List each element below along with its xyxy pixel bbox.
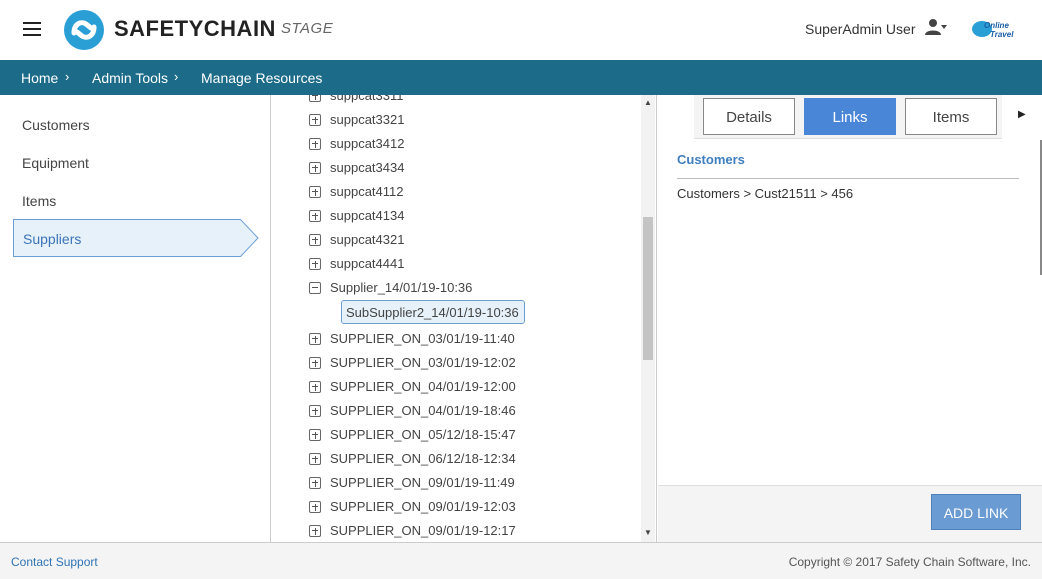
resource-type-nav: Customers Equipment Items Suppliers	[0, 95, 271, 542]
expand-icon[interactable]	[309, 429, 321, 441]
tree-node-label[interactable]: SUPPLIER_ON_09/01/19-11:49	[330, 475, 515, 490]
tree-node-label[interactable]: Supplier_14/01/19-10:36	[330, 280, 472, 295]
tree-node-label[interactable]: suppcat4112	[330, 184, 404, 199]
user-name[interactable]: SuperAdmin User	[805, 21, 916, 37]
expand-icon[interactable]	[309, 525, 321, 537]
collapse-icon[interactable]	[309, 282, 321, 294]
add-link-button[interactable]: ADD LINK	[931, 494, 1021, 530]
expand-icon[interactable]	[309, 381, 321, 393]
detail-tabbar: Details Links Items	[694, 95, 1002, 139]
expand-icon[interactable]	[309, 210, 321, 222]
tree-node-label[interactable]: SUPPLIER_ON_03/01/19-12:02	[330, 355, 516, 370]
svg-text:Travel: Travel	[990, 30, 1014, 39]
tree-node-label[interactable]: SUPPLIER_ON_09/01/19-12:03	[330, 499, 516, 514]
nav-item-equipment[interactable]: Equipment	[22, 155, 89, 171]
breadcrumb: Home › Admin Tools › Manage Resources	[0, 60, 1042, 95]
copyright-text: Copyright © 2017 Safety Chain Software, …	[788, 555, 1031, 569]
page-footer: Contact Support Copyright © 2017 Safety …	[0, 542, 1042, 579]
nav-item-label: Suppliers	[23, 231, 82, 247]
tree-node-label[interactable]: suppcat4441	[330, 256, 404, 271]
logo-text: SAFETYCHAIN	[114, 16, 276, 41]
expand-icon[interactable]	[309, 114, 321, 126]
user-settings-icon[interactable]	[925, 18, 947, 36]
breadcrumb-separator-icon: ›	[174, 69, 179, 84]
tree-node-label[interactable]: SUPPLIER_ON_06/12/18-12:34	[330, 451, 516, 466]
svg-text:Online: Online	[984, 21, 1009, 30]
tab-items[interactable]: Items	[905, 98, 997, 135]
expand-icon[interactable]	[309, 357, 321, 369]
breadcrumb-separator-icon: ›	[65, 69, 70, 84]
app-header: SAFETYCHAIN STAGE SuperAdmin User Online…	[0, 0, 1042, 60]
selected-tree-node[interactable]: SubSupplier2_14/01/19-10:36	[341, 300, 525, 324]
expand-icon[interactable]	[309, 138, 321, 150]
expand-icon[interactable]	[309, 186, 321, 198]
scroll-down-icon[interactable]: ▼	[643, 528, 653, 537]
breadcrumb-home[interactable]: Home	[21, 70, 58, 86]
safetychain-logo-icon	[64, 10, 104, 50]
active-arrow-icon	[240, 219, 259, 257]
tab-links[interactable]: Links	[804, 98, 896, 135]
tree-node-label[interactable]: suppcat3321	[330, 112, 404, 127]
tab-next-arrow-icon[interactable]: ▶	[1018, 109, 1026, 120]
tree-node-label[interactable]: suppcat4321	[330, 232, 404, 247]
nav-item-customers[interactable]: Customers	[22, 117, 90, 133]
expand-icon[interactable]	[309, 162, 321, 174]
contact-support-link[interactable]: Contact Support	[11, 555, 98, 569]
expand-icon[interactable]	[309, 95, 321, 102]
tree-node-label[interactable]: SUPPLIER_ON_04/01/19-12:00	[330, 379, 516, 394]
expand-icon[interactable]	[309, 477, 321, 489]
tree-node-label[interactable]: SUPPLIER_ON_05/12/18-15:47	[330, 427, 516, 442]
expand-icon[interactable]	[309, 234, 321, 246]
expand-icon[interactable]	[309, 258, 321, 270]
tree-node-label[interactable]: SUPPLIER_ON_04/01/19-18:46	[330, 403, 516, 418]
detail-action-bar: ADD LINK	[658, 485, 1042, 542]
section-title: Customers	[677, 152, 745, 167]
expand-icon[interactable]	[309, 333, 321, 345]
hamburger-menu-icon[interactable]	[23, 22, 41, 36]
expand-icon[interactable]	[309, 453, 321, 465]
scroll-up-icon[interactable]: ▲	[643, 98, 653, 107]
supplier-tree: suppcat3311 suppcat3321 suppcat3412 supp…	[272, 95, 657, 542]
section-divider	[677, 178, 1019, 179]
tree-node-label[interactable]: suppcat3434	[330, 160, 404, 175]
expand-icon[interactable]	[309, 501, 321, 513]
tree-node-label[interactable]: SUPPLIER_ON_09/01/19-12:17	[330, 523, 516, 538]
tree-node-label[interactable]: suppcat3412	[330, 136, 404, 151]
tree-node-label[interactable]: suppcat3311	[330, 95, 404, 103]
brand-logo-icon: Online Travel	[972, 21, 1014, 39]
breadcrumb-manage-resources: Manage Resources	[201, 70, 323, 86]
tree-node-label[interactable]: SUPPLIER_ON_03/01/19-11:40	[330, 331, 515, 346]
tree-node-label[interactable]: suppcat4134	[330, 208, 404, 223]
environment-label: STAGE	[281, 20, 334, 37]
link-path: Customers > Cust21511 > 456	[677, 186, 854, 201]
tab-details[interactable]: Details	[703, 98, 795, 135]
nav-item-items[interactable]: Items	[22, 193, 56, 209]
detail-panel: Details Links Items ▶ Customers Customer…	[658, 95, 1042, 542]
breadcrumb-admin-tools[interactable]: Admin Tools	[92, 70, 168, 86]
nav-item-suppliers[interactable]: Suppliers	[13, 219, 241, 257]
tree-scrollbar-thumb[interactable]	[643, 217, 653, 360]
expand-icon[interactable]	[309, 405, 321, 417]
